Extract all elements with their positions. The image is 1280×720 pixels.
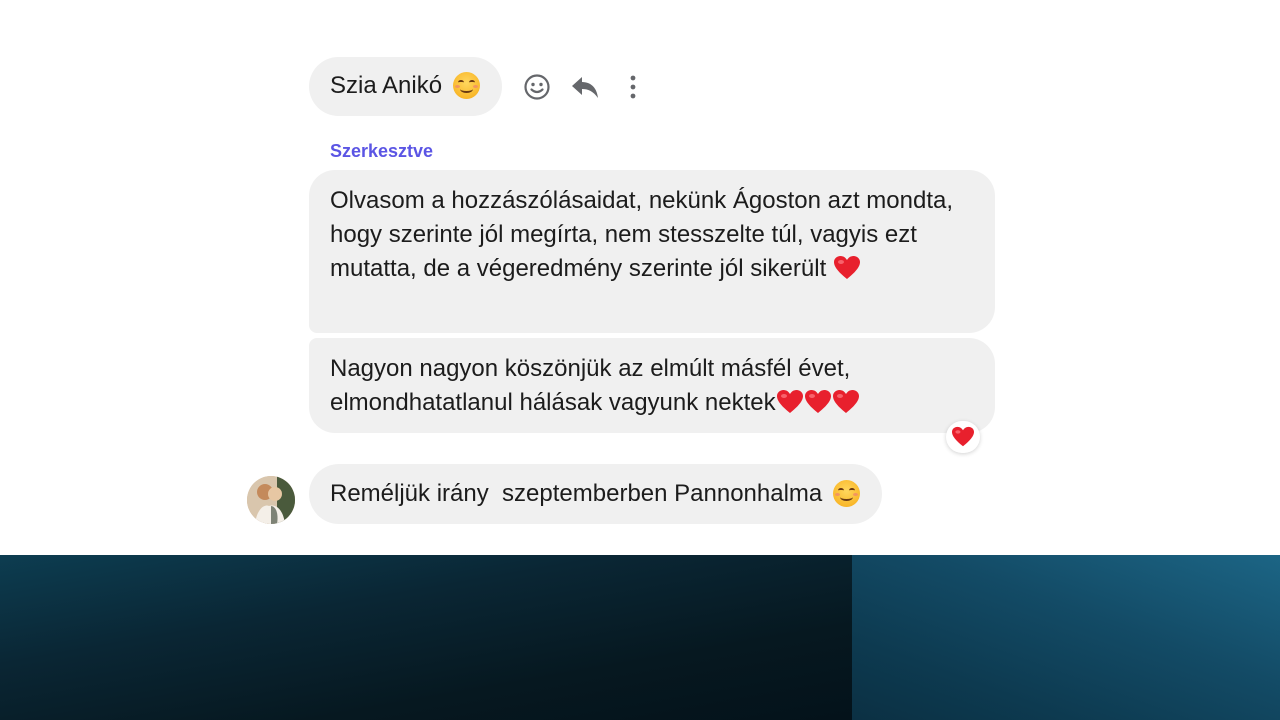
smiley-react-icon — [524, 74, 550, 100]
red-heart-emoji-icon — [804, 390, 831, 413]
heart-reaction-badge[interactable] — [946, 421, 980, 453]
red-heart-reaction-icon — [952, 426, 974, 447]
more-options-icon — [630, 75, 636, 99]
background-band — [0, 555, 1280, 720]
message-text: Nagyon nagyon köszönjük az elmúlt másfél… — [330, 355, 851, 416]
message-actions-toolbar — [520, 70, 664, 104]
red-heart-emoji-icon — [776, 390, 803, 413]
chat-thread: Szia Anikó Szerkesztve Olvasom a hozzász… — [0, 0, 1280, 555]
red-heart-emoji-icon — [833, 256, 860, 279]
message-bubble[interactable]: Reméljük irány szeptemberben Pannonhalma — [309, 464, 882, 524]
smiling-face-emoji-icon — [832, 480, 860, 507]
more-options-button[interactable] — [616, 70, 650, 104]
message-bubble[interactable]: Olvasom a hozzászólásaidat, nekünk Ágost… — [309, 170, 995, 333]
message-bubble[interactable]: Nagyon nagyon köszönjük az elmúlt másfél… — [309, 338, 995, 433]
red-heart-emoji-icon — [832, 390, 859, 413]
reply-icon — [572, 77, 598, 98]
avatar[interactable] — [247, 476, 295, 524]
smiling-face-emoji-icon — [452, 72, 480, 99]
react-button[interactable] — [520, 70, 554, 104]
reply-button[interactable] — [568, 70, 602, 104]
background-panel-right — [852, 555, 1280, 720]
background-panel-left — [0, 555, 852, 720]
screenshot-canvas: Szia Anikó Szerkesztve Olvasom a hozzász… — [0, 0, 1280, 720]
edited-label[interactable]: Szerkesztve — [330, 141, 433, 162]
message-text: Reméljük irány szeptemberben Pannonhalma — [330, 480, 823, 507]
avatar-photo — [247, 476, 295, 524]
message-bubble[interactable]: Szia Anikó — [309, 57, 502, 116]
message-text: Szia Anikó — [330, 72, 443, 99]
